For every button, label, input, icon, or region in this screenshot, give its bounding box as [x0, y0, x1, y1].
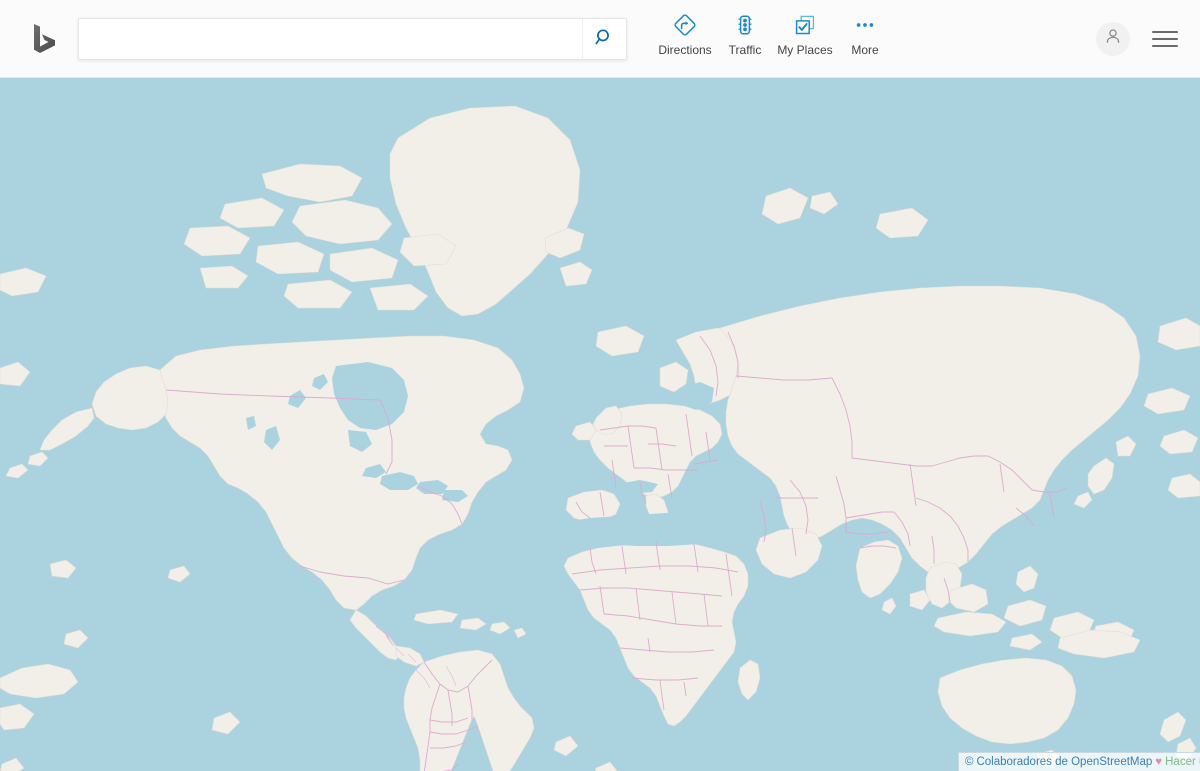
toolbar-item-directions[interactable]: Directions	[655, 10, 715, 57]
hamburger-line	[1152, 37, 1178, 40]
openstreetmap-link[interactable]: Colaboradores de OpenStreetMap	[976, 756, 1152, 768]
hamburger-line	[1152, 44, 1178, 47]
hamburger-line	[1152, 30, 1178, 33]
heart-icon: ♥	[1155, 756, 1163, 768]
donate-link[interactable]: Hacer una	[1165, 756, 1200, 768]
directions-diamond-arrow-icon	[673, 12, 697, 38]
search-button[interactable]	[582, 18, 626, 59]
map-attribution: © Colaboradores de OpenStreetMap ♥ Hacer…	[958, 752, 1200, 771]
bing-logo-icon[interactable]	[24, 18, 66, 60]
map-canvas[interactable]	[0, 78, 1200, 771]
search-input[interactable]	[78, 17, 627, 60]
more-ellipsis-icon	[853, 12, 877, 38]
map-toolbar: Directions Traffic My Places More	[655, 10, 895, 68]
toolbar-item-my-places[interactable]: My Places	[775, 10, 835, 57]
traffic-light-icon	[733, 12, 757, 38]
toolbar-item-label: More	[851, 42, 879, 57]
search-icon	[595, 28, 614, 50]
person-avatar-icon	[1103, 26, 1123, 51]
header-right-actions	[1096, 21, 1200, 56]
search-box	[78, 17, 627, 60]
toolbar-item-traffic[interactable]: Traffic	[715, 10, 775, 57]
toolbar-item-more[interactable]: More	[835, 10, 895, 57]
avatar[interactable]	[1096, 21, 1130, 56]
my-places-checkbox-icon	[793, 12, 817, 38]
toolbar-item-label: My Places	[777, 42, 833, 57]
copyright-symbol: ©	[965, 756, 974, 768]
toolbar-item-label: Directions	[658, 42, 712, 57]
hamburger-menu-icon[interactable]	[1152, 28, 1178, 50]
toolbar-item-label: Traffic	[728, 42, 762, 57]
app-header: Directions Traffic My Places More	[0, 0, 1200, 78]
world-map-svg	[0, 78, 1200, 771]
